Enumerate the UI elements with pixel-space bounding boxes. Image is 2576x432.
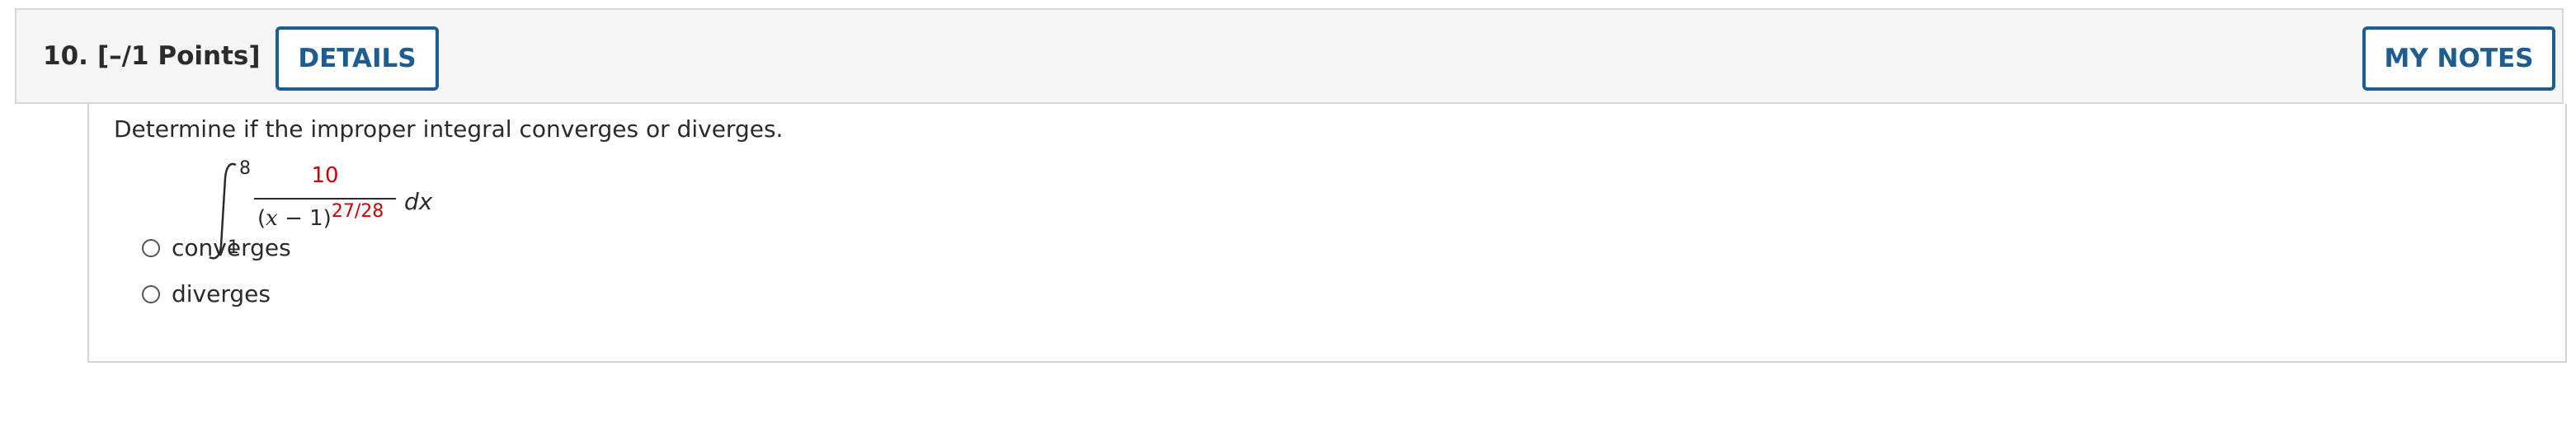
denominator-variable: x (266, 206, 278, 231)
option-label-diverges: diverges (172, 280, 271, 308)
denominator-rest: − 1) (277, 206, 332, 231)
radio-diverges[interactable] (142, 284, 160, 303)
radio-converges[interactable] (142, 238, 160, 257)
integral-upper-limit: 8 (239, 158, 251, 179)
question-points: [–/1 Points] (97, 41, 261, 71)
denominator-open-paren: ( (257, 206, 266, 231)
denominator-exponent: 27/28 (331, 201, 384, 222)
integrand-numerator: 10 (311, 163, 339, 188)
question-body: Determine if the improper integral conve… (87, 104, 2567, 363)
option-diverges[interactable]: diverges (142, 280, 271, 308)
details-button[interactable]: DETAILS (275, 26, 439, 91)
question-number: 10. (43, 41, 88, 71)
my-notes-button[interactable]: MY NOTES (2362, 26, 2555, 91)
option-converges[interactable]: converges (142, 234, 291, 261)
question-prompt: Determine if the improper integral conve… (114, 115, 784, 143)
question-header: 10. [–/1 Points] DETAILS MY NOTES (15, 8, 2564, 104)
fraction-bar (254, 198, 396, 200)
integrand-denominator: (x − 1)27/28 (257, 201, 384, 231)
option-label-converges: converges (172, 234, 291, 261)
question-page: 10. [–/1 Points] DETAILS MY NOTES Determ… (0, 0, 2576, 432)
integral-differential: dx (404, 188, 433, 215)
